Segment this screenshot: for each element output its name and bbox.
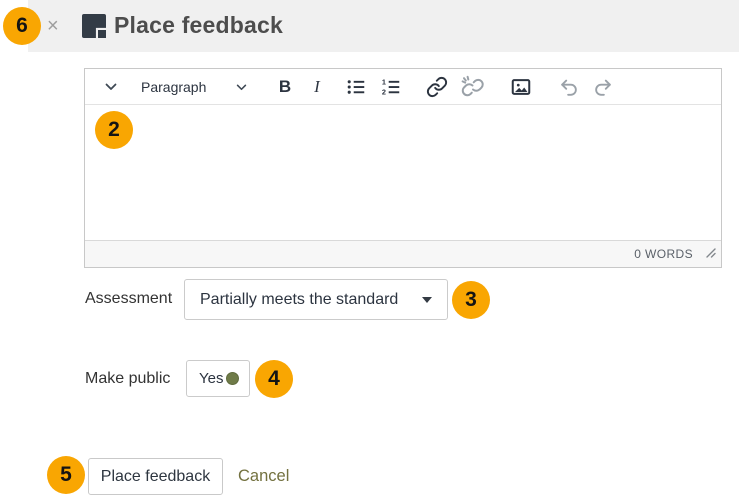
insert-link-button[interactable] [422, 69, 452, 105]
image-icon [510, 76, 532, 98]
format-select-value: Paragraph [141, 79, 206, 95]
annotation-step-make-public: 4 [255, 360, 293, 398]
numbered-list-button[interactable]: 1 2 [376, 69, 406, 105]
chevron-down-icon [236, 84, 247, 91]
undo-button[interactable] [555, 69, 583, 105]
feedback-editor: Paragraph B I 1 2 [84, 68, 722, 268]
assessment-select[interactable]: Partially meets the standard [184, 279, 448, 320]
assessment-label: Assessment [85, 278, 172, 319]
toolbar-toggle-button[interactable] [99, 69, 123, 105]
editor-statusbar: 0 WORDS [85, 240, 721, 267]
make-public-toggle[interactable]: Yes [186, 360, 250, 397]
redo-button[interactable] [589, 69, 617, 105]
redo-icon [592, 76, 614, 98]
resize-grip-icon[interactable] [706, 245, 716, 263]
italic-button[interactable]: I [305, 69, 329, 105]
bullet-list-icon [345, 76, 367, 98]
bullet-list-button[interactable] [341, 69, 371, 105]
format-select[interactable]: Paragraph [135, 69, 253, 105]
annotation-step-assessment: 3 [452, 281, 490, 319]
make-public-label: Make public [85, 360, 170, 397]
link-icon [426, 76, 448, 98]
annotation-step-editor: 2 [95, 111, 133, 149]
svg-text:1: 1 [382, 77, 386, 86]
numbered-list-icon: 1 2 [380, 76, 402, 98]
chevron-down-icon [105, 83, 117, 91]
remove-link-button[interactable] [456, 69, 488, 105]
assessment-select-value: Partially meets the standard [200, 291, 398, 309]
page-title: Place feedback [114, 12, 283, 39]
cancel-link[interactable]: Cancel [238, 458, 289, 495]
annotation-step-close: 6 [3, 7, 41, 45]
annotation-step-submit: 5 [47, 456, 85, 494]
toggle-knob-icon [226, 372, 239, 385]
bold-button[interactable]: B [271, 69, 299, 105]
insert-image-button[interactable] [506, 69, 536, 105]
unlink-icon [460, 75, 484, 99]
close-icon[interactable]: × [47, 16, 59, 36]
svg-text:2: 2 [382, 87, 386, 96]
editor-toolbar: Paragraph B I 1 2 [85, 69, 721, 105]
caret-down-icon [422, 297, 432, 303]
undo-icon [558, 76, 580, 98]
word-count: 0 WORDS [634, 241, 693, 267]
feedback-text-area[interactable] [85, 105, 721, 240]
feedback-note-icon [82, 14, 106, 38]
place-feedback-button[interactable]: Place feedback [88, 458, 223, 495]
make-public-toggle-value: Yes [199, 370, 223, 387]
